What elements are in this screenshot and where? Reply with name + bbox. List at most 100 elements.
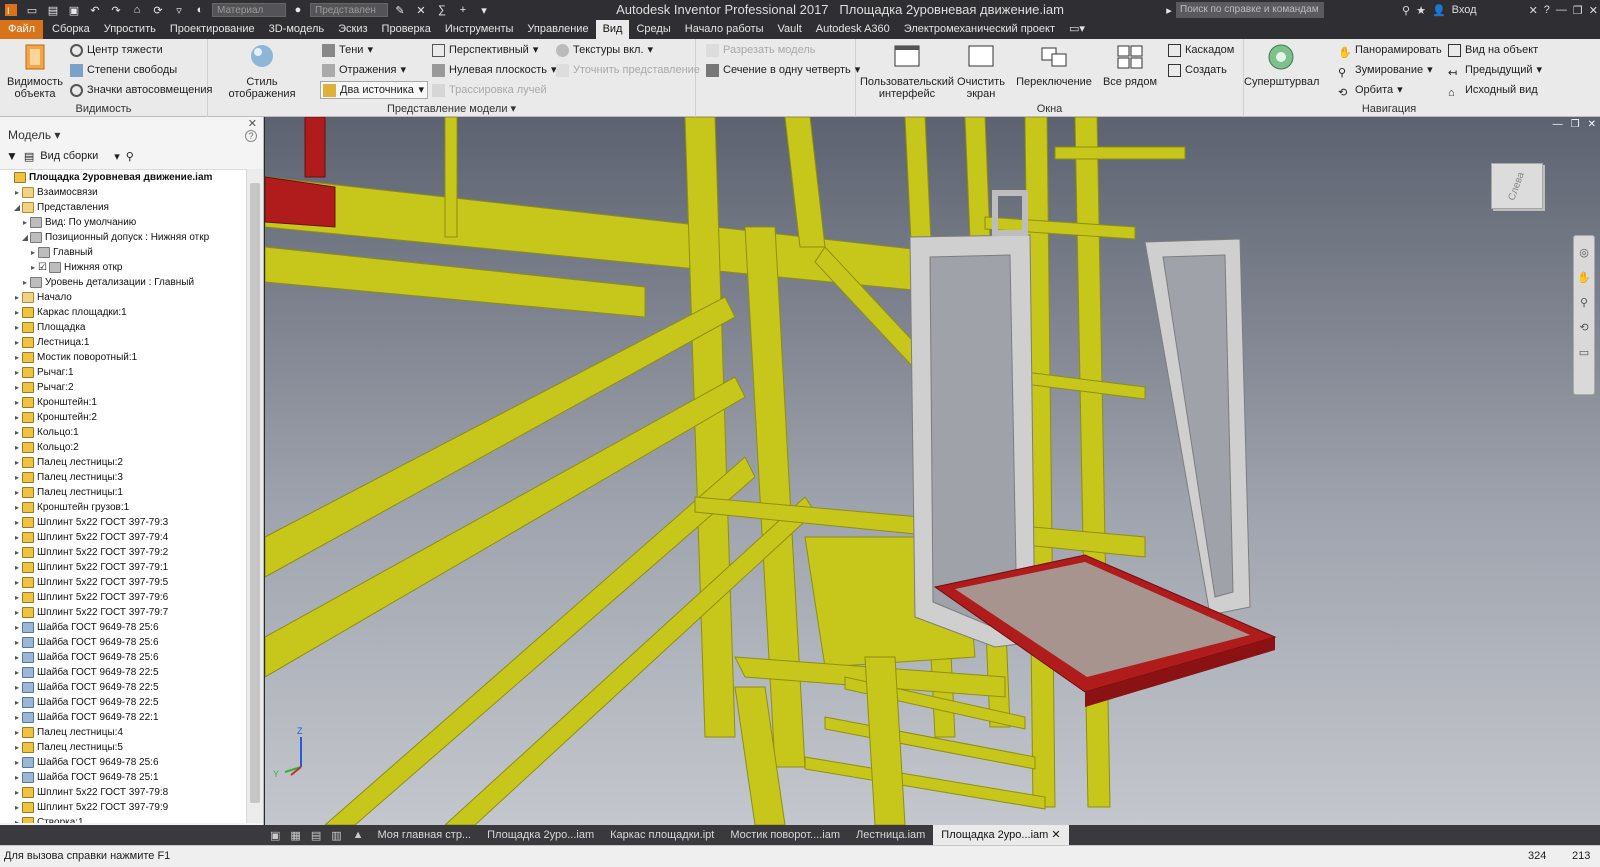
redo-icon[interactable]: ↷ [107, 2, 125, 18]
expand-icon[interactable]: ▸ [12, 665, 22, 680]
tree-node[interactable]: ▸ Палец лестницы:1 [0, 485, 246, 500]
close-doc-icon[interactable]: ✕ [1048, 829, 1060, 841]
measure-icon[interactable]: ∑ [433, 2, 451, 18]
expand-icon[interactable]: ▸ [12, 380, 22, 395]
tree-node[interactable]: ▸ Шайба ГОСТ 9649-78 25:6 [0, 635, 246, 650]
doc-tile-icon[interactable]: ▦ [285, 829, 305, 842]
icomate-glyphs-toggle[interactable]: Значки автосовмещения [70, 81, 212, 99]
tree-node[interactable]: ▸ Шайба ГОСТ 9649-78 25:1 [0, 770, 246, 785]
close-button[interactable]: ✕ [1589, 4, 1598, 17]
browser-header[interactable]: Модель ▾ [0, 125, 263, 145]
expand-icon[interactable]: ▸ [12, 470, 22, 485]
viewport-restore-icon[interactable]: ❐ [1571, 119, 1580, 130]
expand-icon[interactable]: ▸ [12, 185, 22, 200]
refine-view-button[interactable]: Уточнить представление [556, 61, 700, 79]
perspective-dropdown[interactable]: Перспективный ▾ [432, 41, 538, 59]
nav-zoom-icon[interactable]: ⚲ [1580, 296, 1588, 309]
nav-pan-icon[interactable]: ✋ [1577, 271, 1591, 284]
tree-node[interactable]: ▸ Шплинт 5х22 ГОСТ 397-79:2 [0, 545, 246, 560]
orbit-dropdown[interactable]: ⟲ Орбита ▾ [1338, 81, 1403, 99]
expand-icon[interactable]: ▸ [12, 515, 22, 530]
expand-icon[interactable]: ▸ [20, 275, 30, 290]
tab-9[interactable]: Вид [595, 20, 630, 39]
tree-node[interactable]: ▸ Шайба ГОСТ 9649-78 25:6 [0, 620, 246, 635]
expand-icon[interactable]: ▸ [12, 590, 22, 605]
collapse-icon[interactable]: ◢ [12, 200, 22, 215]
expand-icon[interactable]: ▸ [12, 545, 22, 560]
tree-node[interactable]: ▸ Главный [0, 245, 246, 260]
expand-icon[interactable]: ▸ [12, 785, 22, 800]
browser-help-icon[interactable]: ? [245, 130, 257, 142]
navigation-bar[interactable]: ◎ ✋ ⚲ ⟲ ▭ [1573, 235, 1595, 395]
doc-tab-2[interactable]: Каркас площадки.ipt [602, 825, 722, 845]
scrollbar-thumb[interactable] [250, 183, 260, 803]
help-search-input[interactable]: Поиск по справке и командам [1176, 2, 1324, 18]
expand-icon[interactable]: ▸ [12, 530, 22, 545]
doc-tab-5[interactable]: Площадка 2уро...iam ✕ [933, 825, 1069, 845]
tree-node[interactable]: ▸ Палец лестницы:2 [0, 455, 246, 470]
expand-icon[interactable]: ▸ [12, 305, 22, 320]
expand-icon[interactable]: ▸ [12, 725, 22, 740]
tree-node[interactable]: ▸ Кронштейн грузов:1 [0, 500, 246, 515]
color-icon[interactable]: ◐ [191, 2, 209, 18]
restore-button[interactable]: ❐ [1573, 4, 1583, 17]
expand-icon[interactable]: ▸ [12, 440, 22, 455]
tab-7[interactable]: Инструменты [438, 20, 521, 39]
tree-node[interactable]: ▸ Кольцо:1 [0, 425, 246, 440]
tree-node[interactable]: ▸ Уровень детализации : Главный [0, 275, 246, 290]
help-icon[interactable]: ? [1544, 4, 1550, 16]
tree-node[interactable]: ▸ Начало [0, 290, 246, 305]
graphics-window[interactable]: Z Y Слева ◎ ✋ ⚲ ⟲ ▭ — ❐ ✕ [265, 117, 1600, 825]
tree-node[interactable]: ▸ Шайба ГОСТ 9649-78 22:5 [0, 695, 246, 710]
viewport-close-icon[interactable]: ✕ [1588, 119, 1596, 130]
home-view-button[interactable]: ⌂ Исходный вид [1448, 81, 1538, 99]
cut-model-button[interactable]: Разрезать модель [706, 41, 816, 59]
expand-icon[interactable]: ▸ [12, 755, 22, 770]
browser-close-icon[interactable]: ✕ [248, 117, 257, 130]
tab-10[interactable]: Среды [629, 20, 677, 39]
pan-button[interactable]: ✋ Панорамировать [1338, 41, 1442, 59]
undo-icon[interactable]: ↶ [86, 2, 104, 18]
lighting-select[interactable]: Два источника ▾ [320, 81, 428, 99]
tab-14[interactable]: Электромеханический проект [897, 20, 1062, 39]
reflections-dropdown[interactable]: Отражения ▾ [322, 61, 406, 79]
tree-node[interactable]: ▸ Рычаг:2 [0, 380, 246, 395]
clean-screen-button[interactable]: Очистить экран [956, 42, 1006, 100]
tree-node[interactable]: ▸ Шплинт 5х22 ГОСТ 397-79:8 [0, 785, 246, 800]
quarter-section-dropdown[interactable]: Сечение в одну четверть ▾ [706, 61, 860, 79]
expand-icon[interactable]: ▸ [12, 620, 22, 635]
cascade-button[interactable]: Каскадом [1168, 41, 1234, 59]
doc-tab-4[interactable]: Лестница.iam [848, 825, 933, 845]
tab-1[interactable]: Сборка [45, 20, 97, 39]
appearance-select[interactable]: Представлен [310, 3, 388, 17]
tree-node[interactable]: ▸ Шайба ГОСТ 9649-78 25:6 [0, 755, 246, 770]
expand-icon[interactable]: ▸ [12, 485, 22, 500]
assembly-view-dropdown[interactable]: Вид сборки [40, 150, 98, 162]
tree-node[interactable]: ▸ Взаимосвязи [0, 185, 246, 200]
app-menu-icon[interactable]: I [2, 2, 20, 18]
tree-node[interactable]: ▸ Шплинт 5х22 ГОСТ 397-79:4 [0, 530, 246, 545]
tree-node[interactable]: ▸ Шайба ГОСТ 9649-78 25:6 [0, 650, 246, 665]
find-icon[interactable]: ⚲ [126, 150, 134, 163]
expand-icon[interactable]: ▸ [12, 695, 22, 710]
browser-scrollbar[interactable] [246, 169, 263, 823]
viewcube[interactable]: Слева [1491, 163, 1543, 209]
home-icon[interactable]: ⌂ [128, 2, 146, 18]
visual-style-button[interactable]: Стиль отображения [214, 42, 310, 100]
tree-node[interactable]: ▸ Шплинт 5х22 ГОСТ 397-79:7 [0, 605, 246, 620]
open-icon[interactable]: ▤ [44, 2, 62, 18]
expand-icon[interactable]: ▸ [12, 740, 22, 755]
tree-node[interactable]: ▸ Рычаг:1 [0, 365, 246, 380]
binoculars-icon[interactable]: ⚲ [1402, 4, 1410, 17]
tree-node[interactable]: ▸ Шайба ГОСТ 9649-78 22:5 [0, 665, 246, 680]
expand-icon[interactable]: ▸ [12, 320, 22, 335]
expand-icon[interactable]: ▸ [28, 245, 38, 260]
expand-icon[interactable]: ▸ [12, 650, 22, 665]
update-icon[interactable]: ⟳ [149, 2, 167, 18]
tree-node[interactable]: ◢ Представления [0, 200, 246, 215]
signin-link[interactable]: Вход [1452, 4, 1477, 16]
minimize-button[interactable]: — [1556, 4, 1567, 16]
save-icon[interactable]: ▣ [65, 2, 83, 18]
tab-0[interactable]: Файл [0, 20, 44, 39]
expand-icon[interactable]: ▸ [20, 215, 30, 230]
